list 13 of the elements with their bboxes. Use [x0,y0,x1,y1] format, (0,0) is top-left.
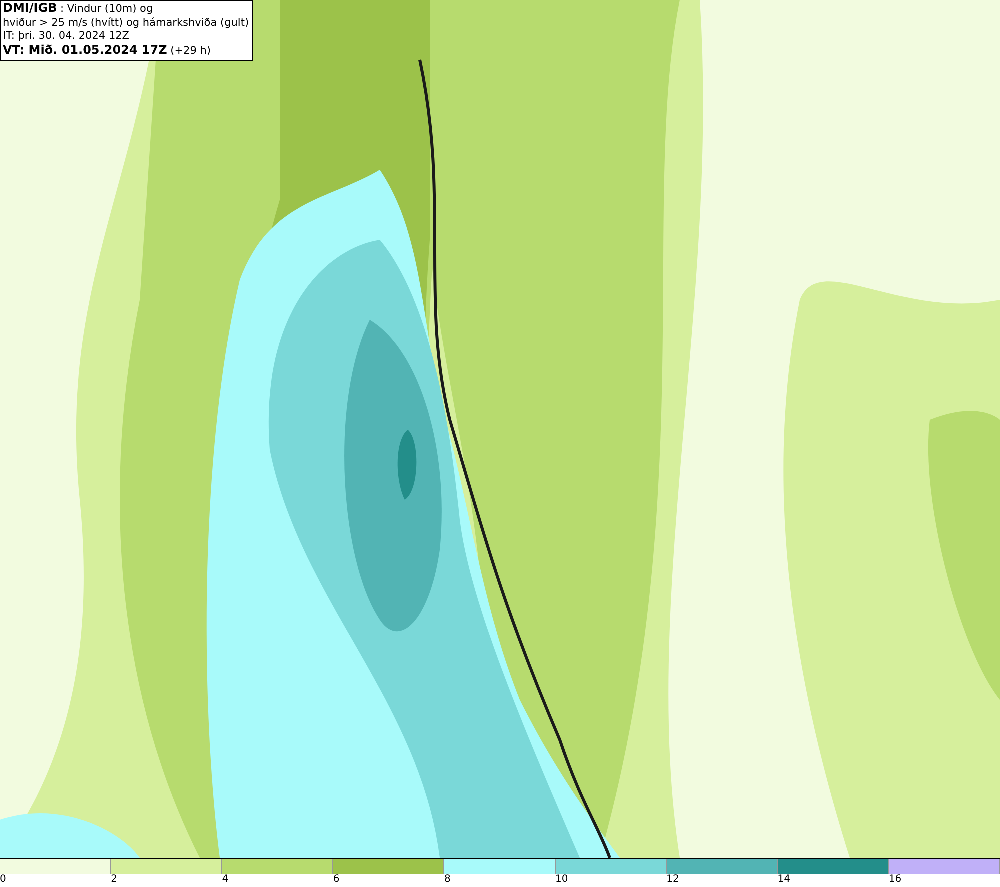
subtitle-text: hviður > 25 m/s (hvítt) og hámarkshviða (gult) [3,16,250,30]
legend-label: 10 [556,874,568,886]
chart-title: DMI/IGB : Vindur (10m) og [3,2,154,16]
legend-label: 4 [222,874,229,886]
legend-label: 2 [111,874,118,886]
legend-label: 0 [0,874,6,886]
legend-label: 14 [778,874,790,886]
legend-label: 16 [888,874,902,886]
legend-label: 6 [333,874,340,886]
initial-time-text: IT: þri. 30. 04. 2024 12Z [3,30,130,44]
valid-time-text: VT: Mið. 01.05.2024 17Z (+29 h) [3,44,212,58]
legend-label: 12 [666,874,680,886]
legend-label: 8 [444,874,451,886]
